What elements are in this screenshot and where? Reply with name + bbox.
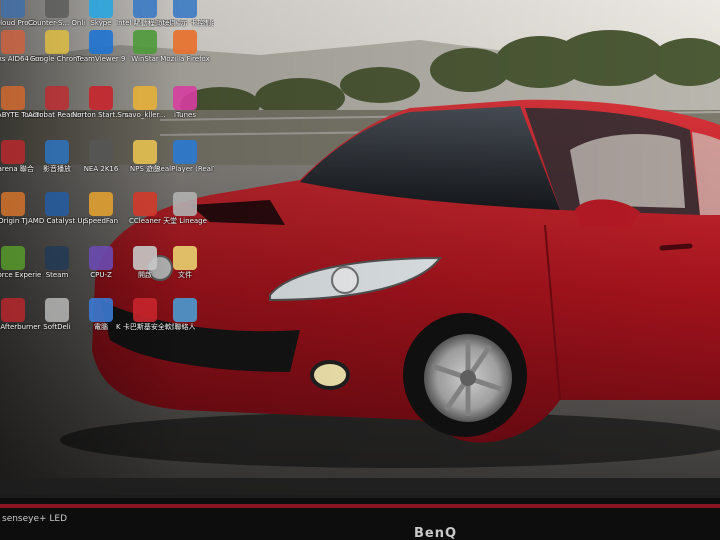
contacts-icon: [173, 298, 197, 322]
monitor-brand-left: senseye+ LED: [2, 514, 68, 524]
app-icon: [133, 246, 157, 270]
desktop-shortcut[interactable]: 聯絡人: [156, 298, 214, 331]
app-icon: [1, 0, 25, 18]
nvidia-icon: [1, 246, 25, 270]
skype-icon: [89, 0, 113, 18]
origin-icon: [1, 192, 25, 216]
afterburner-icon: [1, 298, 25, 322]
realplayer-icon: [173, 140, 197, 164]
ccleaner-icon: [133, 192, 157, 216]
amd-icon: [45, 192, 69, 216]
computer-icon: [89, 298, 113, 322]
desktop-shortcut[interactable]: Intel 顯示 卡控制台: [156, 0, 214, 27]
tree-icon: [133, 30, 157, 54]
fan-icon: [89, 192, 113, 216]
kaspersky-icon: [133, 298, 157, 322]
desktop-shortcut-label: 聯絡人: [174, 323, 196, 331]
desktop-shortcut-label: 天堂 Lineage: [163, 217, 207, 225]
desktop-shortcut[interactable]: iTunes: [156, 86, 214, 119]
itunes-icon: [173, 86, 197, 110]
monitor-brand-center: BenQ: [414, 526, 458, 540]
play-icon: [45, 140, 69, 164]
norton-icon: [89, 86, 113, 110]
document-icon: [173, 246, 197, 270]
desktop-shortcut[interactable]: RealPlayer (RealTimes): [156, 140, 214, 173]
intel-icon: [133, 0, 157, 18]
sync-icon: [45, 298, 69, 322]
cpuz-icon: [89, 246, 113, 270]
wallpaper-photo: 2Cloud Pro 2Counter-S... OnlineSkypeInte…: [0, 0, 720, 540]
desktop-shortcut[interactable]: 文件: [156, 246, 214, 279]
folder-icon: [133, 140, 157, 164]
lineage-icon: [173, 192, 197, 216]
firefox-icon: [173, 30, 197, 54]
steam-icon: [45, 246, 69, 270]
game-icon: [89, 140, 113, 164]
chrome-icon: [45, 30, 69, 54]
garena-icon: [1, 140, 25, 164]
acrobat-icon: [45, 86, 69, 110]
desktop-shortcut-label: iTunes: [174, 111, 196, 119]
desktop-shortcut-label: RealPlayer (RealTimes): [156, 165, 214, 173]
desktop-shortcut-label: Mozilla Firefox: [160, 55, 210, 63]
desktop-shortcut-label: Intel 顯示 卡控制台: [156, 19, 214, 27]
box-icon: [133, 86, 157, 110]
desktop-shortcut-label: 文件: [178, 271, 192, 279]
teamviewer-icon: [89, 30, 113, 54]
desktop-shortcut[interactable]: Mozilla Firefox: [156, 30, 214, 63]
intel-icon: [173, 0, 197, 18]
gigabyte-icon: [1, 86, 25, 110]
toolbox-icon: [1, 30, 25, 54]
game-icon: [45, 0, 69, 18]
desktop-shortcut[interactable]: 天堂 Lineage: [156, 192, 214, 225]
